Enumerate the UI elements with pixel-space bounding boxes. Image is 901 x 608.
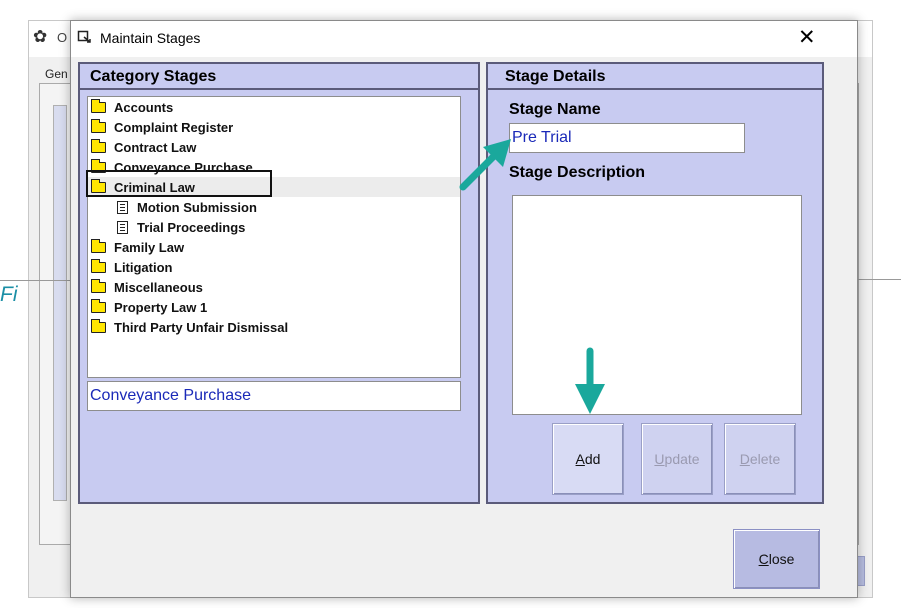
puzzle-icon: ✿ — [33, 27, 48, 46]
tree-folder-item[interactable]: Property Law 1 — [88, 297, 460, 317]
background-inner-panel — [53, 105, 67, 501]
tree-item-label: Miscellaneous — [114, 280, 203, 295]
close-icon[interactable]: ✕ — [798, 25, 816, 50]
document-icon — [117, 221, 128, 234]
folder-icon — [90, 119, 106, 133]
tree-item-label: Motion Submission — [137, 200, 257, 215]
tree-folder-item[interactable]: Litigation — [88, 257, 460, 277]
tree-folder-item[interactable]: Miscellaneous — [88, 277, 460, 297]
annotation-arrow-icon — [575, 347, 605, 414]
selected-category-field[interactable]: Conveyance Purchase — [87, 381, 461, 411]
document-icon — [117, 201, 128, 214]
tree-folder-item[interactable]: Accounts — [88, 97, 460, 117]
folder-icon — [90, 139, 106, 153]
tree-document-item[interactable]: Motion Submission — [88, 197, 460, 217]
tree-item-label: Family Law — [114, 240, 185, 255]
tree-item-label: Complaint Register — [114, 120, 234, 135]
category-stages-heading: Category Stages — [80, 64, 478, 90]
update-accelerator: U — [654, 451, 665, 467]
stage-description-input[interactable] — [512, 195, 802, 415]
tree-folder-item[interactable]: Contract Law — [88, 137, 460, 157]
annotation-arrow-icon — [459, 139, 511, 191]
folder-icon — [90, 279, 106, 293]
update-button[interactable]: Update — [641, 423, 713, 495]
close-label: lose — [768, 551, 795, 567]
folder-icon — [90, 99, 106, 113]
category-stages-panel: Category Stages Accounts Complaint Regist… — [78, 62, 480, 504]
stage-name-label: Stage Name — [509, 101, 601, 118]
stage-details-panel: Stage Details Stage Name Stage Descripti… — [486, 62, 824, 504]
delete-label: elete — [749, 451, 781, 467]
add-label: dd — [584, 451, 601, 467]
category-tree[interactable]: Accounts Complaint Register Contract Law Co… — [87, 96, 461, 378]
folder-icon — [90, 319, 106, 333]
tree-item-label: Accounts — [114, 100, 174, 115]
stage-description-label: Stage Description — [509, 164, 646, 181]
add-button[interactable]: Add — [552, 423, 624, 495]
folder-icon — [90, 259, 106, 273]
tree-folder-item[interactable]: Third Party Unfair Dismissal — [88, 317, 460, 337]
tree-item-label: Third Party Unfair Dismissal — [114, 320, 289, 335]
tree-item-label: Trial Proceedings — [137, 220, 246, 235]
annotation-highlight-box — [86, 170, 272, 197]
tree-item-label: Property Law 1 — [114, 300, 208, 315]
close-button[interactable]: Close — [733, 529, 820, 589]
tree-item-label: Contract Law — [114, 140, 197, 155]
close-accelerator: C — [758, 551, 769, 567]
divider-line — [0, 280, 70, 281]
page-heading-fragment: Fi — [0, 283, 18, 306]
delete-button[interactable]: Delete — [724, 423, 796, 495]
folder-icon — [90, 239, 106, 253]
tree-item-label: Litigation — [114, 260, 173, 275]
tree-folder-item[interactable]: Family Law — [88, 237, 460, 257]
update-label: pdate — [664, 451, 700, 467]
stage-name-input[interactable] — [509, 123, 745, 153]
folder-icon — [90, 299, 106, 313]
background-tab[interactable]: Gen — [45, 67, 68, 81]
tree-document-item[interactable]: Trial Proceedings — [88, 217, 460, 237]
maintain-stages-dialog: Maintain Stages ✕ Category Stages Accoun… — [70, 20, 858, 598]
divider-line — [858, 279, 901, 280]
stage-details-heading: Stage Details — [488, 64, 822, 90]
tree-folder-item[interactable]: Complaint Register — [88, 117, 460, 137]
dialog-titlebar: Maintain Stages ✕ — [71, 21, 857, 57]
add-accelerator: A — [575, 451, 585, 467]
background-title: O — [57, 30, 68, 45]
window-icon — [77, 29, 92, 47]
delete-accelerator: D — [739, 451, 750, 467]
dialog-title: Maintain Stages — [100, 30, 201, 46]
